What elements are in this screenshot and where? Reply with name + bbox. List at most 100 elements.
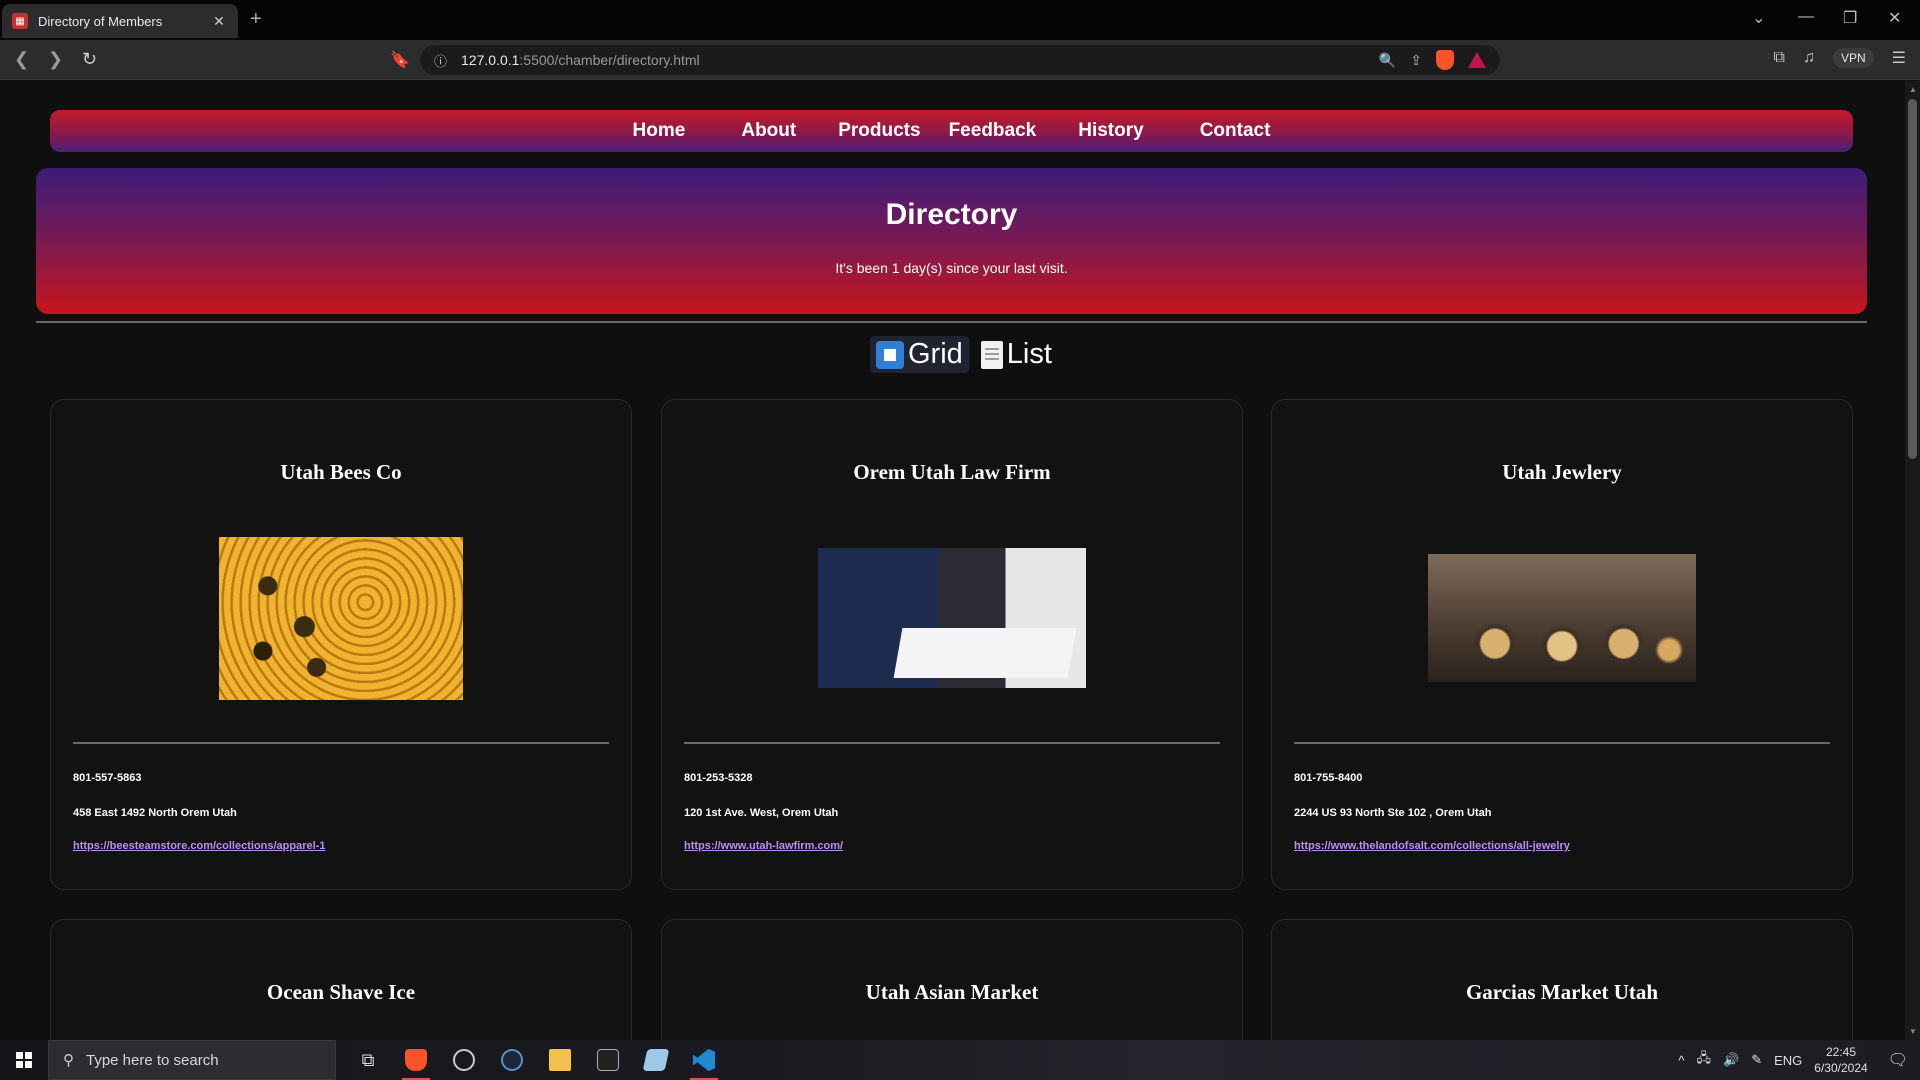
forward-icon[interactable]: ❯ <box>48 49 63 70</box>
close-window-icon[interactable]: ✕ <box>1888 8 1901 28</box>
nav-products[interactable]: Products <box>824 120 934 142</box>
url-path: :5500/chamber/directory.html <box>519 52 700 68</box>
member-name: Garcias Market Utah <box>1465 980 1659 1004</box>
member-address: 2244 US 93 North Ste 102 , Orem Utah <box>1294 807 1492 819</box>
unity-icon <box>597 1049 619 1071</box>
menu-icon[interactable]: ☰ <box>1892 48 1906 68</box>
nav-feedback[interactable]: Feedback <box>935 120 1051 142</box>
section-divider <box>36 321 1867 323</box>
member-logo-image <box>1428 554 1696 682</box>
system-tray: ^ 🖧 🔊 ✎ ENG 22:45 6/30/2024 🗨 <box>1678 1044 1920 1076</box>
taskbar-brave[interactable] <box>392 1040 440 1080</box>
minimize-icon[interactable]: — <box>1798 8 1814 26</box>
notifications-icon[interactable]: 🗨 <box>1888 1050 1908 1070</box>
brave-shields-icon[interactable] <box>1436 50 1454 70</box>
member-website-link[interactable]: https://www.thelandofsalt.com/collection… <box>1294 840 1570 852</box>
member-address: 120 1st Ave. West, Orem Utah <box>684 807 839 819</box>
member-phone: 801-253-5328 <box>684 772 753 784</box>
tab-search-chevron-icon[interactable]: ⌄ <box>1752 8 1765 28</box>
page-title: Directory <box>885 198 1018 231</box>
clock[interactable]: 22:45 6/30/2024 <box>1814 1044 1867 1076</box>
hero-banner: Directory It's been 1 day(s) since your … <box>36 168 1867 314</box>
site-favicon-icon: ▦ <box>12 13 28 29</box>
taskbar-search-box[interactable]: ⚲ Type here to search <box>48 1040 336 1080</box>
card-divider <box>73 742 609 744</box>
member-logo-image <box>219 537 463 700</box>
nav-home[interactable]: Home <box>605 120 714 142</box>
pen-icon[interactable]: ✎ <box>1751 1052 1762 1068</box>
grid-icon <box>876 340 904 369</box>
browser-tab[interactable]: ▦ Directory of Members ✕ <box>2 4 238 38</box>
new-tab-button[interactable]: + <box>250 8 262 31</box>
page-viewport: Home About Products Feedback History Con… <box>0 81 1905 1040</box>
taskbar-vscode[interactable] <box>680 1040 728 1080</box>
bookmark-icon[interactable]: 🔖 <box>390 50 410 70</box>
extensions-icon[interactable]: ⧉ <box>1774 49 1785 67</box>
nav-history[interactable]: History <box>1050 120 1171 142</box>
scroll-down-icon[interactable]: ▼ <box>1909 1027 1917 1036</box>
taskbar-file-explorer[interactable] <box>536 1040 584 1080</box>
member-name: Utah Bees Co <box>280 460 402 484</box>
show-hidden-icons-chevron-icon[interactable]: ^ <box>1678 1053 1684 1068</box>
vscode-icon <box>693 1049 715 1071</box>
member-card: Orem Utah Law Firm 801-253-5328 120 1st … <box>661 399 1243 890</box>
taskbar-unity[interactable] <box>584 1040 632 1080</box>
media-icon[interactable]: ♫ <box>1803 49 1815 67</box>
search-icon: ⚲ <box>63 1052 74 1069</box>
member-address: 458 East 1492 North Orem Utah <box>73 807 237 819</box>
list-icon <box>980 340 1003 369</box>
brave-rewards-icon[interactable] <box>1468 52 1486 68</box>
card-divider <box>1294 742 1830 744</box>
scrollbar-thumb[interactable] <box>1908 99 1917 459</box>
member-card: Utah Asian Market <box>661 919 1243 1040</box>
scroll-up-icon[interactable]: ▲ <box>1909 85 1917 94</box>
steam-icon <box>501 1049 523 1071</box>
nav-contact[interactable]: Contact <box>1172 120 1299 142</box>
browser-toolbar: ❮ ❯ ↻ 🔖 ⓘ 127.0.0.1 :5500/chamber/direct… <box>0 40 1920 80</box>
member-name: Orem Utah Law Firm <box>853 460 1051 484</box>
member-website-link[interactable]: https://www.utah-lawfirm.com/ <box>684 840 843 852</box>
last-visit-message: It's been 1 day(s) since your last visit… <box>835 260 1068 276</box>
browser-tab-strip: ▦ Directory of Members ✕ + ⌄ — ❐ ✕ <box>0 0 1920 40</box>
start-button[interactable] <box>0 1040 48 1080</box>
share-icon[interactable]: ⇪ <box>1410 52 1422 69</box>
list-label: List <box>1006 338 1052 370</box>
nav-about[interactable]: About <box>713 120 824 142</box>
page-scrollbar[interactable]: ▲ ▼ <box>1905 81 1920 1040</box>
address-bar[interactable]: ⓘ 127.0.0.1 :5500/chamber/directory.html… <box>420 45 1500 75</box>
member-card: Utah Jewlery 801-755-8400 2244 US 93 Nor… <box>1271 399 1853 890</box>
back-icon[interactable]: ❮ <box>14 49 29 70</box>
member-phone: 801-755-8400 <box>1294 772 1363 784</box>
list-view-button[interactable]: List <box>975 336 1058 373</box>
member-name: Ocean Shave Ice <box>266 980 416 1004</box>
taskbar-notes[interactable] <box>632 1040 680 1080</box>
main-nav: Home About Products Feedback History Con… <box>50 110 1853 152</box>
notes-icon <box>642 1049 670 1071</box>
vpn-button[interactable]: VPN <box>1832 48 1874 68</box>
member-phone: 801-557-5863 <box>73 772 142 784</box>
folder-icon <box>549 1049 571 1071</box>
reload-icon[interactable]: ↻ <box>82 49 97 70</box>
grid-label: Grid <box>908 338 963 370</box>
member-website-link[interactable]: https://beesteamstore.com/collections/ap… <box>73 840 325 852</box>
obs-icon <box>453 1049 475 1071</box>
language-indicator[interactable]: ENG <box>1774 1053 1802 1068</box>
task-view-button[interactable]: ⧉ <box>344 1040 392 1080</box>
taskbar-obs[interactable] <box>440 1040 488 1080</box>
clock-date: 6/30/2024 <box>1814 1061 1868 1075</box>
taskbar-steam[interactable] <box>488 1040 536 1080</box>
network-icon[interactable]: 🖧 <box>1697 1049 1712 1071</box>
volume-icon[interactable]: 🔊 <box>1723 1052 1739 1068</box>
member-card: Utah Bees Co 801-557-5863 458 East 1492 … <box>50 399 632 890</box>
site-info-icon[interactable]: ⓘ <box>434 51 447 70</box>
restore-icon[interactable]: ❐ <box>1843 8 1857 28</box>
member-card: Ocean Shave Ice <box>50 919 632 1040</box>
view-toggle: Grid List <box>870 336 1058 373</box>
windows-logo-icon <box>16 1052 32 1068</box>
task-view-icon: ⧉ <box>361 1049 375 1070</box>
grid-view-button[interactable]: Grid <box>870 336 969 373</box>
tab-close-icon[interactable]: ✕ <box>210 13 228 30</box>
brave-icon <box>405 1049 427 1071</box>
card-divider <box>684 742 1220 744</box>
zoom-icon[interactable]: 🔍 <box>1379 52 1396 69</box>
